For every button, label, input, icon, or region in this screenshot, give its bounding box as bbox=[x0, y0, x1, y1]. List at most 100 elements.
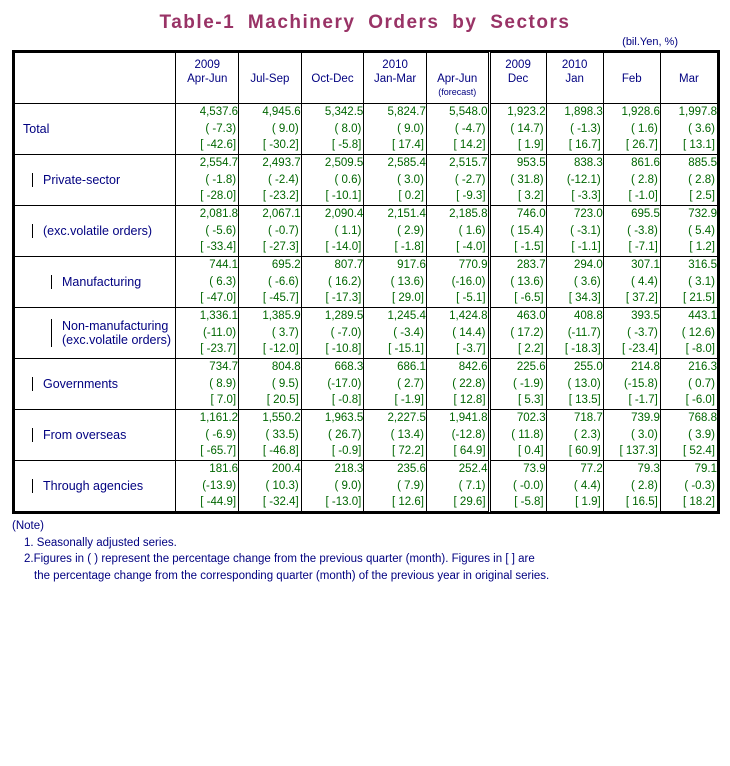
cell-qoq-change: ( 3.7) bbox=[271, 326, 299, 339]
cell-value: 1,923.2 bbox=[507, 106, 546, 118]
data-cell: 804.8 ( 9.5) [ 20.5] bbox=[238, 358, 302, 411]
table-row: Private-sector 2,554.7( -1.8)[ -28.0] 2,49… bbox=[13, 154, 719, 207]
cell-qoq-change: ( 26.7) bbox=[328, 428, 362, 441]
column-header-mar-8: 2000Mar(x) bbox=[659, 52, 719, 104]
column-header-period: Apr-Jun bbox=[437, 73, 478, 86]
cell-value: 307.1 bbox=[631, 259, 660, 272]
cell-yoy-change: [ 29.0] bbox=[391, 292, 424, 305]
cell-value: 2,493.7 bbox=[262, 157, 301, 170]
note-1: 1. Seasonally adjusted series. bbox=[24, 536, 177, 549]
cell-value: 842.6 bbox=[458, 361, 488, 374]
cell-value: 214.8 bbox=[631, 361, 660, 374]
cell-qoq-change: ( 2.7) bbox=[397, 377, 424, 390]
cell-yoy-change: [ 1.2] bbox=[689, 241, 715, 254]
data-cell: 316.5 ( 3.1) [ 21.5] bbox=[659, 256, 719, 309]
cell-value: 5,824.7 bbox=[387, 106, 426, 118]
machinery-orders-table-wrap: 2009Apr-Jun(x)2000Jul-Sep(x)2000Oct-Dec(… bbox=[12, 50, 720, 515]
cell-value: 2,227.5 bbox=[387, 412, 426, 425]
data-cell: 225.6 ( -1.9) [ 5.3] bbox=[487, 358, 547, 411]
cell-yoy-change: [ -12.0] bbox=[262, 343, 299, 356]
cell-qoq-change: ( 10.3) bbox=[265, 479, 299, 492]
cell-qoq-change: ( -0.3) bbox=[684, 479, 715, 492]
cell-value: 218.3 bbox=[334, 463, 364, 476]
data-cell: 953.5 ( 31.8) [ 3.2] bbox=[487, 154, 547, 207]
cell-yoy-change: [ 1.9] bbox=[575, 496, 601, 509]
data-cell: 1,997.8 ( 3.6) [ 13.1] bbox=[659, 102, 719, 156]
cell-qoq-change: ( 9.5) bbox=[271, 377, 299, 390]
row-label-text: Governments bbox=[43, 377, 119, 392]
cell-value: 686.1 bbox=[397, 361, 426, 374]
row-label: Non-manufacturing (exc.volatile orders) bbox=[51, 318, 175, 348]
cell-yoy-change: [ -13.0] bbox=[325, 496, 362, 509]
data-cell: 1,923.2 ( 14.7) [ 1.9] bbox=[487, 102, 547, 156]
cell-value: 2,554.7 bbox=[199, 157, 239, 170]
cell-yoy-change: [ -30.2] bbox=[262, 139, 299, 152]
cell-value: 200.4 bbox=[271, 463, 301, 476]
cell-yoy-change: [ 12.8] bbox=[453, 394, 486, 407]
data-cell: 2,185.8 ( 1.6) [ -4.0] bbox=[425, 205, 490, 258]
cell-qoq-change: ( 7.1) bbox=[458, 479, 486, 492]
cell-yoy-change: [ -3.3] bbox=[571, 190, 601, 203]
cell-yoy-change: [ 26.7] bbox=[625, 139, 658, 152]
column-header-period: Feb bbox=[621, 73, 642, 86]
data-cell: 252.4 ( 7.1) [ 29.6] bbox=[425, 460, 490, 513]
cell-yoy-change: [ -47.0] bbox=[200, 292, 237, 305]
cell-qoq-change: ( 5.4) bbox=[688, 224, 715, 237]
cell-qoq-change: ( 1.6) bbox=[631, 122, 658, 135]
cell-yoy-change: [ -15.1] bbox=[388, 343, 424, 356]
cell-yoy-change: [ -42.6] bbox=[200, 139, 237, 152]
cell-yoy-change: [ -23.2] bbox=[262, 190, 299, 203]
data-cell: 2,151.4 ( 2.9) [ -1.8] bbox=[363, 205, 427, 258]
cell-value: 1,424.8 bbox=[449, 310, 488, 323]
cell-qoq-change: ( 13.6) bbox=[390, 275, 424, 288]
cell-qoq-change: ( 9.0) bbox=[397, 122, 424, 135]
cell-value: 768.8 bbox=[688, 412, 717, 425]
cell-yoy-change: [ -23.4] bbox=[622, 343, 658, 356]
row-label-text: Private-sector bbox=[43, 173, 121, 188]
cell-qoq-change: ( 33.5) bbox=[265, 428, 299, 441]
cell-qoq-change: ( 3.6) bbox=[688, 122, 715, 135]
cell-value: 463.0 bbox=[516, 310, 546, 323]
data-cell: 393.5 ( -3.7) [ -23.4] bbox=[602, 307, 661, 360]
cell-value: 5,342.5 bbox=[324, 106, 364, 118]
column-header-apr-jun-0: 2009Apr-Jun(x) bbox=[175, 52, 240, 104]
cell-value: 2,515.7 bbox=[449, 157, 488, 170]
header-corner-cell bbox=[13, 52, 177, 104]
cell-yoy-change: [ 16.7] bbox=[568, 139, 601, 152]
data-cell: 200.4 ( 10.3) [ -32.4] bbox=[238, 460, 302, 513]
cell-value: 838.3 bbox=[573, 157, 603, 170]
row-label-cell: Governments bbox=[13, 358, 177, 411]
cell-qoq-change: ( -4.7) bbox=[454, 122, 486, 135]
data-cell: 768.8 ( 3.9) [ 52.4] bbox=[659, 409, 719, 462]
cell-value: 744.1 bbox=[209, 259, 239, 272]
cell-qoq-change: ( 9.0) bbox=[334, 479, 362, 492]
cell-qoq-change: (-13.9) bbox=[202, 479, 237, 492]
cell-qoq-change: ( 1.6) bbox=[458, 224, 486, 237]
note-2-line-2: the percentage change from the correspon… bbox=[34, 570, 550, 583]
table-row: Through agencies 181.6 (-13.9) [ -44.9] 200.… bbox=[13, 460, 719, 513]
row-label-cell: Manufacturing bbox=[13, 256, 177, 309]
cell-value: 181.6 bbox=[209, 463, 239, 476]
table-row: Governments 734.7 ( 8.9) [ 7.0] 804.8 ( 9.5) [… bbox=[13, 358, 719, 411]
cell-yoy-change: [ 5.3] bbox=[518, 394, 544, 407]
cell-value: 73.9 bbox=[523, 463, 546, 476]
cell-value: 885.5 bbox=[688, 157, 717, 170]
cell-yoy-change: [ 21.5] bbox=[683, 292, 715, 305]
data-cell: 294.0 ( 3.6) [ 34.3] bbox=[545, 256, 604, 309]
cell-value: 746.0 bbox=[516, 208, 546, 221]
cell-yoy-change: [ -10.8] bbox=[325, 343, 362, 356]
data-cell: 255.0 ( 13.0) [ 13.5] bbox=[545, 358, 604, 411]
column-header-period: Mar bbox=[679, 73, 699, 86]
data-cell: 4,537.6 ( -7.3) [ -42.6] bbox=[175, 102, 240, 156]
row-label-text: (exc.volatile orders) bbox=[43, 224, 153, 239]
data-cell: 5,548.0 ( -4.7) [ 14.2] bbox=[425, 102, 490, 156]
cell-yoy-change: [ 60.9] bbox=[568, 445, 601, 458]
page-title: Table-1 Machinery Orders by Sectors bbox=[159, 12, 571, 33]
row-label-cell: (exc.volatile orders) bbox=[13, 205, 177, 258]
cell-value: 225.6 bbox=[516, 361, 546, 374]
cell-value: 1,997.8 bbox=[678, 106, 717, 118]
cell-yoy-change: [ -44.9] bbox=[200, 496, 237, 509]
row-label: Through agencies bbox=[32, 479, 175, 494]
cell-qoq-change: ( -0.0) bbox=[512, 479, 544, 492]
column-header-year: 2010 bbox=[561, 59, 588, 71]
